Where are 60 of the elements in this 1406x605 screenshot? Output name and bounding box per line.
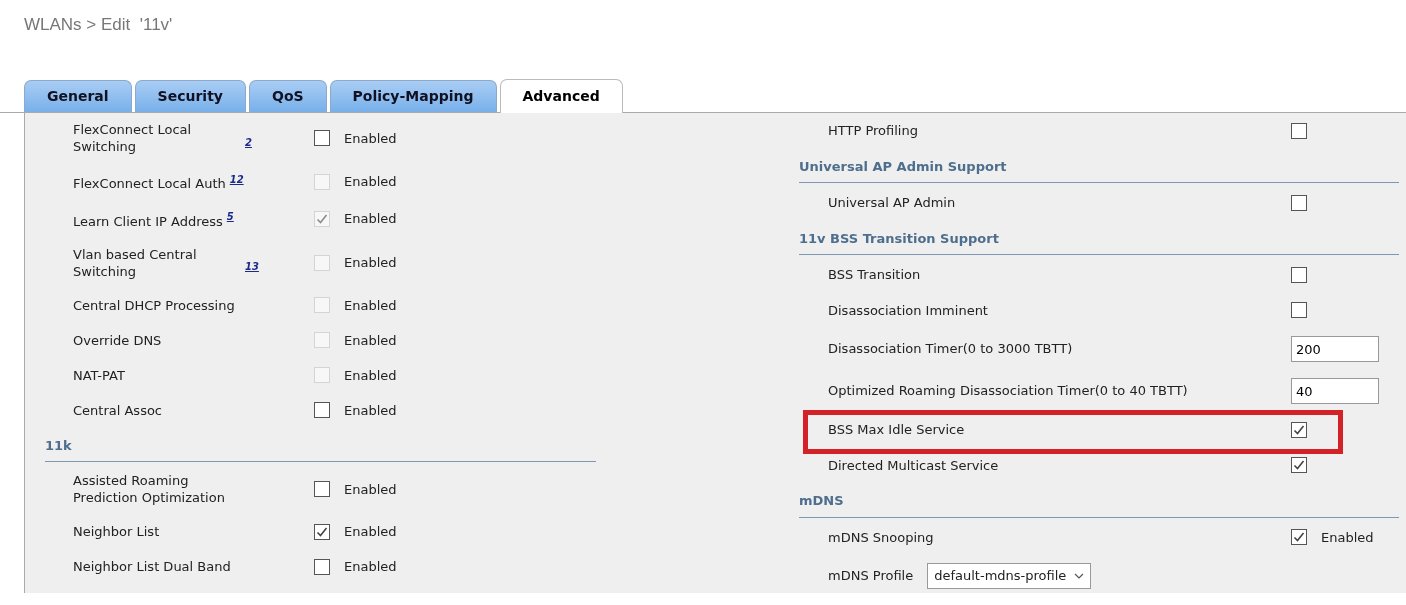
checkbox[interactable] [1291, 122, 1307, 139]
checkbox-label: Enabled [1321, 528, 1374, 547]
checkbox-label: Enabled [344, 366, 397, 384]
field-label: FlexConnect Local Auth [73, 175, 226, 193]
field-label: Central DHCP Processing [73, 296, 235, 314]
checkbox-label: Enabled [344, 523, 397, 541]
tab[interactable]: Security [134, 80, 246, 112]
tab[interactable]: Advanced [499, 79, 623, 113]
profile-select[interactable]: default-mdns-profile [927, 563, 1092, 589]
checkbox-label: Enabled [344, 173, 397, 191]
field-label: Neighbor List Dual Band [73, 558, 231, 576]
checkbox-label: Enabled [344, 480, 397, 498]
field-label: Neighbor List [73, 523, 160, 541]
checkbox-label: Enabled [344, 401, 397, 419]
field-label: Vlan based Central Switching [73, 245, 198, 280]
field-label: BSS Max Idle Service [828, 422, 965, 437]
checkbox[interactable] [314, 402, 330, 419]
checkbox[interactable] [1291, 529, 1307, 546]
input-field[interactable]: 200 [1291, 336, 1379, 362]
input-field[interactable]: 40 [1291, 378, 1379, 404]
field-label: Central Assoc [73, 401, 162, 419]
field-label: BSS Transition [828, 267, 921, 282]
tab[interactable]: QoS [249, 80, 327, 112]
section-heading: Universal AP Admin Support [799, 148, 1399, 183]
field-label: mDNS Profile [828, 567, 914, 586]
field-label: FlexConnect Local Switching [73, 121, 193, 155]
checkbox-label: Enabled [344, 558, 397, 576]
field-label: Disassociation Imminent [828, 302, 988, 318]
checkbox-label: Enabled [344, 254, 397, 272]
field-label: Directed Multicast Service [828, 457, 999, 473]
page-title: WLANs > Edit '11v' [23, 14, 174, 36]
caret-icon [1074, 573, 1085, 579]
footnote-link[interactable]: 2 [245, 136, 252, 148]
tab[interactable]: Policy-Mapping [329, 80, 497, 112]
checkbox[interactable] [314, 130, 330, 146]
checkbox-label: Enabled [344, 296, 397, 314]
section-heading: 11k [45, 427, 596, 463]
section-heading: mDNS [799, 483, 1399, 518]
checkbox[interactable] [314, 523, 330, 540]
field-label: Disassociation Timer(0 to 3000 TBTT) [828, 341, 1073, 357]
field-label: NAT-PAT [73, 366, 125, 384]
section-heading: 11v BSS Transition Support [799, 220, 1399, 255]
checkbox[interactable] [1291, 421, 1307, 438]
tab[interactable]: General [24, 80, 132, 112]
checkbox[interactable] [314, 558, 330, 575]
field-label: Universal AP Admin [828, 195, 956, 210]
field-label: HTTP Profiling [828, 123, 918, 138]
field-label: Override DNS [73, 331, 162, 349]
checkbox-label: Enabled [344, 129, 397, 147]
checkbox[interactable] [1291, 457, 1307, 474]
checkbox-label: Enabled [344, 331, 397, 349]
field-label: Optimized Roaming Disassociation Timer(0 to 40 TBTT) [828, 383, 1188, 399]
checkbox[interactable] [1291, 266, 1307, 283]
checkbox[interactable] [1291, 302, 1307, 319]
checkbox[interactable] [314, 481, 330, 498]
field-label: mDNS Snooping [828, 529, 934, 545]
checkbox-label: Enabled [344, 210, 397, 228]
field-label: Assisted Roaming Prediction Optimization [73, 472, 226, 507]
checkbox[interactable] [1291, 194, 1307, 211]
field-label: Learn Client IP Address [73, 212, 223, 230]
